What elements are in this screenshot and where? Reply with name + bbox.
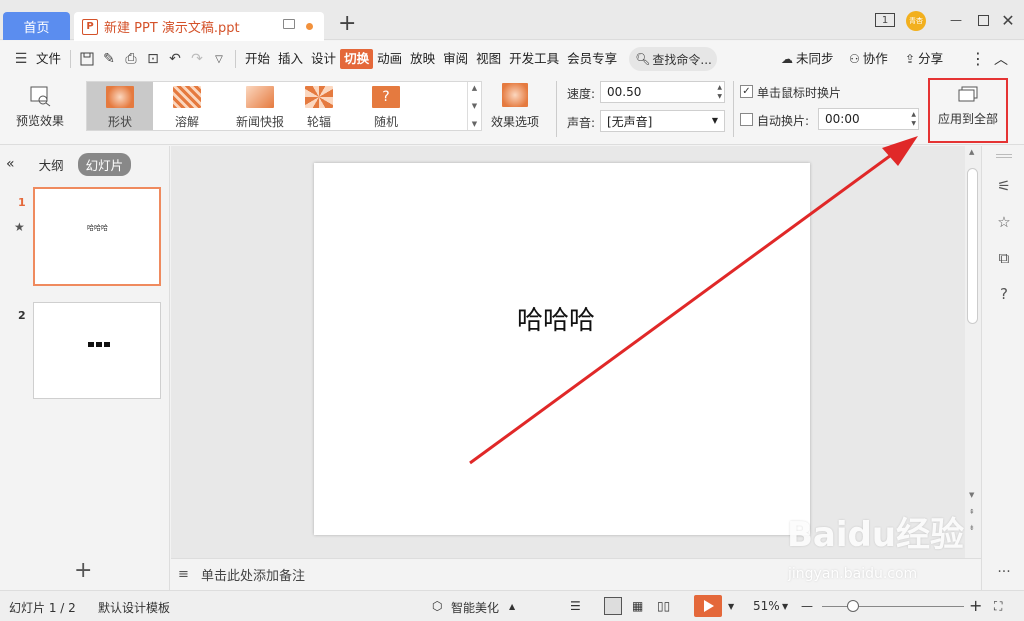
zoom-out-icon[interactable]: — <box>801 599 813 613</box>
chevron-down-icon[interactable]: ▼ <box>728 602 734 611</box>
transition-panel-icon[interactable]: ⧉ <box>994 248 1014 268</box>
slide-count: 幻灯片 1 / 2 <box>9 601 76 615</box>
reading-view-icon[interactable]: ▯▯ <box>657 599 670 613</box>
chevron-down-icon[interactable]: ▼ <box>782 602 788 611</box>
chevron-up-icon[interactable]: ▲ <box>509 602 515 611</box>
animation-star-icon[interactable]: ☆ <box>994 212 1014 232</box>
more-horizontal-icon[interactable]: ··· <box>994 562 1014 582</box>
baidu-watermark-url: jingyan.baidu.com <box>788 566 918 582</box>
notes-placeholder: 单击此处添加备注 <box>201 569 306 584</box>
drag-handle-icon[interactable] <box>996 154 1012 158</box>
zoom-slider-handle[interactable] <box>847 600 859 612</box>
notes-icon: ≡ <box>178 567 189 582</box>
cube-icon: ⬡ <box>432 599 443 613</box>
zoom-slider[interactable] <box>822 606 964 607</box>
slide-sorter-icon[interactable]: ▦ <box>632 599 643 613</box>
zoom-in-icon[interactable]: + <box>969 596 982 615</box>
baidu-watermark: Baidu经验 <box>787 515 965 555</box>
settings-sliders-icon[interactable]: ⚟ <box>994 176 1014 196</box>
smart-beautify-button[interactable]: 智能美化 <box>451 599 499 616</box>
notes-toggle-icon[interactable]: ☰ <box>570 599 581 613</box>
right-sidebar: ⚟ ☆ ⧉ ? ··· <box>981 146 1024 590</box>
help-icon[interactable]: ? <box>994 284 1014 304</box>
status-bar: 幻灯片 1 / 2 默认设计模板 ⬡ 智能美化 ▲ ☰ ▦ ▯▯ ▼ 51% ▼… <box>0 590 1024 621</box>
fit-window-icon[interactable]: ⛶ <box>994 599 1002 614</box>
template-name[interactable]: 默认设计模板 <box>98 599 170 616</box>
normal-view-icon[interactable] <box>604 597 622 615</box>
zoom-level[interactable]: 51% <box>753 599 780 613</box>
play-icon <box>704 600 714 612</box>
play-slideshow-button[interactable] <box>694 595 722 617</box>
